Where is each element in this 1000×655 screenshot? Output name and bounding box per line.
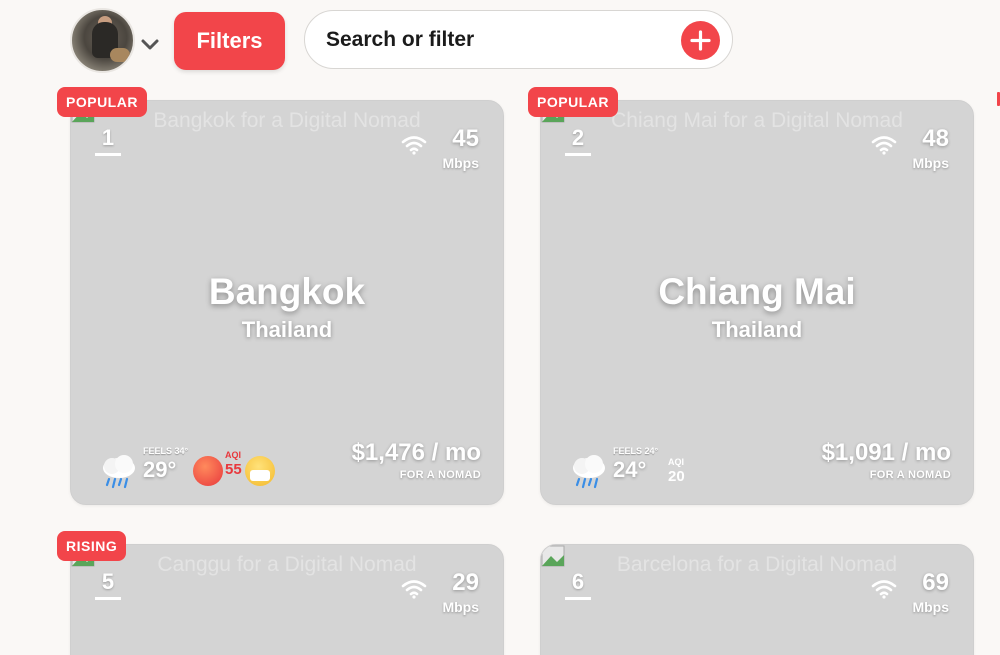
wifi-speed-value: 45 (452, 125, 479, 152)
city-card-bangkok[interactable]: Bangkok for a Digital Nomad 1 45 Mbps Ba… (70, 100, 504, 505)
city-card-canggu[interactable]: Canggu for a Digital Nomad 5 29 Mbps (70, 544, 504, 655)
avatar-dog (110, 48, 130, 62)
wifi-speed-unit: Mbps (912, 155, 949, 171)
wifi-speed: 69 Mbps (871, 569, 951, 617)
wifi-speed-value: 29 (452, 569, 479, 596)
wifi-icon (401, 136, 427, 155)
cost-label: FOR A NOMAD (399, 469, 481, 481)
city-card-chiang-mai[interactable]: Chiang Mai for a Digital Nomad 2 48 Mbps… (540, 100, 974, 505)
cost-label: FOR A NOMAD (869, 469, 951, 481)
rank-number: 2 (565, 125, 591, 156)
wifi-speed-value: 69 (922, 569, 949, 596)
search-input[interactable]: Search or filter (304, 10, 733, 69)
wifi-icon (401, 580, 427, 599)
weather-info: FEELS 24° 24° AQI 20 (569, 446, 769, 496)
rank-number: 6 (565, 569, 591, 600)
chevron-down-icon[interactable] (140, 34, 160, 54)
aqi-label: AQI (668, 457, 685, 467)
cost-info: $1,091 / mo FOR A NOMAD (822, 439, 951, 481)
aqi-value: 20 (668, 468, 685, 485)
wifi-speed: 48 Mbps (871, 125, 951, 173)
hot-face-icon (193, 456, 223, 486)
temperature: 24° (613, 457, 647, 482)
wifi-speed-unit: Mbps (442, 599, 479, 615)
city-name: Bangkok (208, 271, 366, 312)
user-avatar[interactable] (70, 8, 135, 73)
wifi-speed-value: 48 (922, 125, 949, 152)
plus-icon (690, 30, 711, 51)
wifi-icon (871, 580, 897, 599)
aqi-value: 55 (225, 461, 242, 478)
card-badge: RISING (57, 531, 127, 561)
feels-like: FEELS 34° (143, 446, 189, 456)
feels-like: FEELS 24° (613, 446, 659, 456)
card-badge: POPULAR (528, 87, 618, 117)
cost-info: $1,476 / mo FOR A NOMAD (352, 439, 481, 481)
monthly-cost: $1,476 / mo (351, 439, 481, 466)
country-name: Thailand (241, 317, 333, 342)
wifi-speed: 45 Mbps (401, 125, 481, 173)
country-name: Thailand (711, 317, 803, 342)
search-placeholder: Search or filter (326, 28, 475, 51)
wifi-speed-unit: Mbps (912, 599, 949, 615)
add-filter-button[interactable] (681, 21, 720, 60)
monthly-cost: $1,091 / mo (821, 439, 951, 466)
wifi-speed: 29 Mbps (401, 569, 481, 617)
rain-cloud-icon (103, 455, 135, 489)
temperature: 29° (143, 457, 177, 482)
weather-info: FEELS 34° 29° AQI 55 (99, 446, 299, 496)
filters-button[interactable]: Filters (174, 12, 285, 70)
city-name: Chiang Mai (658, 271, 856, 312)
mask-face-icon (245, 456, 275, 486)
top-bar: Filters Search or filter (0, 0, 1000, 90)
city-card-barcelona[interactable]: Barcelona for a Digital Nomad 6 69 Mbps (540, 544, 974, 655)
aqi-label: AQI (225, 450, 242, 460)
rank-number: 1 (95, 125, 121, 156)
card-badge: POPULAR (57, 87, 147, 117)
rank-number: 5 (95, 569, 121, 600)
wifi-icon (871, 136, 897, 155)
rain-cloud-icon (573, 455, 605, 489)
wifi-speed-unit: Mbps (442, 155, 479, 171)
